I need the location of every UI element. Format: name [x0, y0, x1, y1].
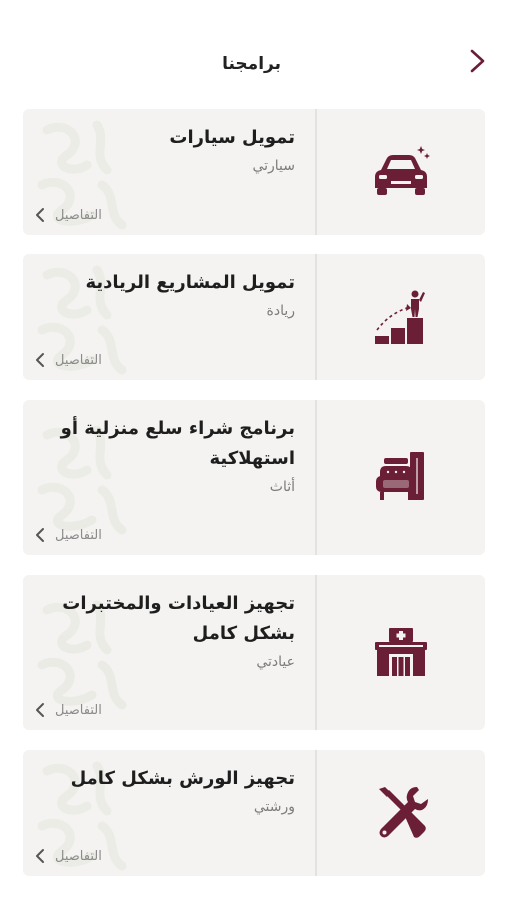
details-link[interactable]: التفاصيل [35, 702, 102, 718]
program-title: برنامج شراء سلع منزلية أو استهلاكية [60, 418, 295, 469]
program-title: تجهيز الورش بشكل كامل [70, 768, 295, 789]
chevron-left-icon [36, 703, 44, 717]
program-subtitle: سيارتي [252, 158, 295, 174]
program-text: تجهيز العيادات والمختبرات بشكل كامل عياد… [33, 589, 295, 673]
details-link[interactable]: التفاصيل [35, 207, 102, 223]
program-subtitle: عيادتي [256, 654, 295, 670]
program-card-clinics[interactable]: تجهيز العيادات والمختبرات بشكل كامل عياد… [23, 575, 485, 730]
program-subtitle: أثاث [269, 479, 295, 495]
details-label: التفاصيل [55, 352, 102, 368]
growth-steps-icon [375, 290, 425, 344]
details-label: التفاصيل [55, 207, 102, 223]
clinic-icon [375, 627, 427, 676]
program-text: تمويل سيارات سيارتي [33, 123, 295, 177]
header: برامجنا [0, 0, 507, 108]
program-title: تمويل سيارات [169, 127, 295, 148]
details-label: التفاصيل [55, 848, 102, 864]
icon-pane [315, 109, 485, 235]
program-text: تمويل المشاريع الريادية ريادة [33, 268, 295, 322]
chevron-left-icon [36, 208, 44, 222]
program-subtitle: ريادة [266, 303, 296, 319]
icon-pane [315, 575, 485, 730]
details-link[interactable]: التفاصيل [35, 848, 102, 864]
program-title: تجهيز العيادات والمختبرات بشكل كامل [62, 593, 295, 644]
page-title: برامجنا [222, 54, 281, 74]
details-link[interactable]: التفاصيل [35, 527, 102, 543]
details-label: التفاصيل [55, 702, 102, 718]
program-subtitle: ورشتي [253, 799, 295, 815]
program-card-home-goods[interactable]: برنامج شراء سلع منزلية أو استهلاكية أثاث… [23, 400, 485, 555]
program-card-car-finance[interactable]: تمويل سيارات سيارتي التفاصيل [23, 109, 485, 235]
program-title: تمويل المشاريع الريادية [85, 272, 295, 293]
icon-pane [315, 254, 485, 380]
program-card-entrepreneurship[interactable]: تمويل المشاريع الريادية ريادة التفاصيل [23, 254, 485, 380]
icon-pane [315, 750, 485, 876]
tools-icon [379, 787, 428, 838]
details-label: التفاصيل [55, 527, 102, 543]
car-icon [375, 146, 430, 195]
details-link[interactable]: التفاصيل [35, 352, 102, 368]
back-button[interactable] [463, 46, 493, 76]
chevron-left-icon [36, 849, 44, 863]
program-card-workshops[interactable]: تجهيز الورش بشكل كامل ورشتي التفاصيل [23, 750, 485, 876]
chevron-right-icon [470, 49, 485, 73]
chevron-left-icon [36, 528, 44, 542]
chevron-left-icon [36, 353, 44, 367]
icon-pane [315, 400, 485, 555]
program-text: برنامج شراء سلع منزلية أو استهلاكية أثاث [33, 414, 295, 498]
program-text: تجهيز الورش بشكل كامل ورشتي [33, 764, 295, 818]
furniture-icon [376, 451, 424, 500]
